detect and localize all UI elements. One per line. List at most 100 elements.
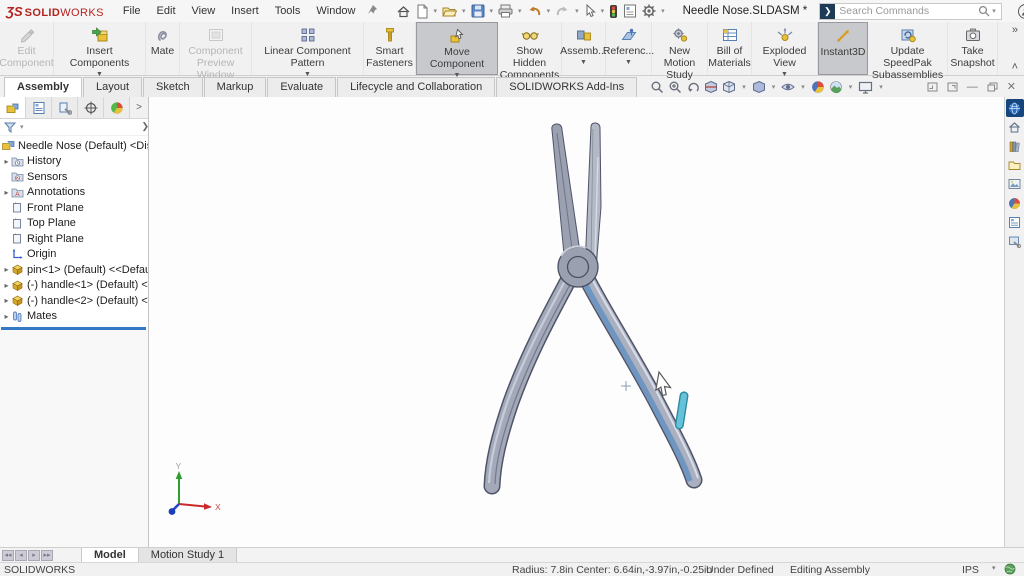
tab-assembly[interactable]: Assembly bbox=[4, 77, 82, 97]
statusbar-units[interactable]: IPS bbox=[962, 564, 979, 576]
mate-button[interactable]: Mate bbox=[146, 22, 180, 75]
options-gear-icon[interactable] bbox=[640, 3, 658, 19]
reference-geometry-button[interactable]: Referenc... ▼ bbox=[606, 22, 652, 75]
tab-scroll-first-icon[interactable]: ◂◂ bbox=[2, 550, 14, 561]
statusbar-units-caret-icon[interactable]: ▾ bbox=[992, 564, 996, 572]
display-style-icon[interactable] bbox=[752, 80, 766, 94]
assembly-features-caret-icon[interactable]: ▼ bbox=[580, 59, 587, 66]
tab-lifecycle-and-collaboration[interactable]: Lifecycle and Collaboration bbox=[337, 77, 495, 97]
new-document-caret-icon[interactable]: ▾ bbox=[432, 7, 440, 15]
save-caret-icon[interactable]: ▾ bbox=[488, 7, 496, 15]
bill-of-materials-button[interactable]: Bill of Materials bbox=[708, 22, 752, 75]
doc-minimize-all-icon[interactable] bbox=[927, 82, 938, 92]
tree-item-front-plane[interactable]: Front Plane bbox=[0, 200, 148, 216]
tab-scroll-last-icon[interactable]: ▸▸ bbox=[41, 550, 53, 561]
tab-propertymanager[interactable] bbox=[26, 97, 52, 118]
zoom-to-area-icon[interactable] bbox=[668, 80, 682, 94]
rebuild-icon[interactable] bbox=[607, 3, 620, 20]
display-style-caret-icon[interactable]: ▾ bbox=[770, 83, 778, 91]
tab-layout[interactable]: Layout bbox=[83, 77, 142, 97]
tab-featuremanager-tree[interactable] bbox=[0, 97, 26, 118]
filter-funnel-icon[interactable] bbox=[4, 122, 16, 133]
search-icon[interactable] bbox=[978, 5, 990, 17]
account-icon[interactable] bbox=[1018, 4, 1024, 19]
appearances-scenes-button[interactable] bbox=[1006, 194, 1024, 212]
pack-and-go-button[interactable] bbox=[1006, 232, 1024, 250]
edit-component-button[interactable]: Edit Component bbox=[0, 22, 54, 75]
undo-caret-icon[interactable]: ▾ bbox=[545, 7, 553, 15]
tab-model[interactable]: Model bbox=[81, 548, 139, 562]
menu-tools[interactable]: Tools bbox=[268, 3, 308, 19]
home-icon[interactable] bbox=[394, 3, 413, 20]
undo-icon[interactable] bbox=[525, 4, 544, 19]
tree-item-annotations[interactable]: ▸ A Annotations bbox=[0, 185, 148, 201]
panel-tabs-overflow-icon[interactable]: > bbox=[130, 97, 148, 118]
tree-item-right-plane[interactable]: Right Plane bbox=[0, 231, 148, 247]
ribbon-overflow-icon[interactable]: » bbox=[1012, 24, 1018, 36]
solidworks-resources-button[interactable] bbox=[1006, 118, 1024, 136]
statusbar-help-globe-icon[interactable] bbox=[1004, 563, 1016, 576]
options-caret-icon[interactable]: ▾ bbox=[659, 7, 667, 15]
component-preview-window-button[interactable]: Component Preview Window bbox=[180, 22, 252, 75]
save-icon[interactable] bbox=[469, 3, 487, 19]
search-caret-icon[interactable]: ▾ bbox=[990, 7, 998, 15]
search-commands-box[interactable]: ❯ ▾ bbox=[819, 3, 1002, 20]
menu-view[interactable]: View bbox=[185, 3, 223, 19]
expand-arrow-icon[interactable]: ▸ bbox=[2, 281, 11, 290]
print-icon[interactable] bbox=[496, 3, 515, 19]
menu-window[interactable]: Window bbox=[309, 3, 362, 19]
selection-tool-icon[interactable] bbox=[582, 3, 598, 19]
menu-insert[interactable]: Insert bbox=[224, 3, 266, 19]
doc-minimize-icon[interactable]: — bbox=[967, 81, 978, 93]
tree-item-sensors[interactable]: Sensors bbox=[0, 169, 148, 185]
new-motion-study-button[interactable]: New Motion Study bbox=[652, 22, 708, 75]
linear-component-pattern-button[interactable]: Linear Component Pattern ▼ bbox=[252, 22, 364, 75]
expand-arrow-icon[interactable]: ▸ bbox=[2, 296, 11, 305]
previous-view-icon[interactable] bbox=[686, 81, 700, 94]
tab-dimxpertmanager[interactable] bbox=[78, 97, 104, 118]
redo-icon[interactable] bbox=[553, 4, 572, 19]
view-orientation-caret-icon[interactable]: ▾ bbox=[740, 83, 748, 91]
pliers-model[interactable]: Y X bbox=[149, 97, 1003, 547]
tree-item-top-plane[interactable]: Top Plane bbox=[0, 216, 148, 232]
tab-solidworks-add-ins[interactable]: SOLIDWORKS Add-Ins bbox=[496, 77, 637, 97]
tree-item-handle-1[interactable]: ▸ (-) handle<1> (Default) << bbox=[0, 278, 148, 294]
apply-scene-icon[interactable] bbox=[829, 80, 843, 94]
doc-restore-icon[interactable] bbox=[987, 82, 998, 92]
pin-menu-icon[interactable] bbox=[367, 4, 378, 18]
tree-item-mates[interactable]: ▸ Mates bbox=[0, 309, 148, 325]
insert-components-button[interactable]: Insert Components ▼ bbox=[54, 22, 146, 75]
smart-fasteners-button[interactable]: Smart Fasteners bbox=[364, 22, 416, 75]
tab-motion-study-1[interactable]: Motion Study 1 bbox=[139, 548, 237, 562]
tab-sketch[interactable]: Sketch bbox=[143, 77, 203, 97]
ribbon-collapse-icon[interactable]: ˄ bbox=[1012, 61, 1018, 73]
tab-scroll-prev-icon[interactable]: ◂ bbox=[15, 550, 27, 561]
expand-arrow-icon[interactable]: ▸ bbox=[2, 188, 11, 197]
highlighted-edge[interactable] bbox=[675, 392, 688, 430]
tree-item-pin-1[interactable]: ▸ pin<1> (Default) <<Defaul bbox=[0, 262, 148, 278]
hide-show-items-caret-icon[interactable]: ▾ bbox=[799, 83, 807, 91]
section-view-icon[interactable] bbox=[704, 80, 718, 94]
reference-geometry-caret-icon[interactable]: ▼ bbox=[625, 59, 632, 66]
zoom-to-fit-icon[interactable] bbox=[650, 80, 664, 94]
new-document-icon[interactable] bbox=[414, 3, 431, 20]
view-orientation-icon[interactable] bbox=[722, 80, 736, 94]
move-component-button[interactable]: Move Component ▼ bbox=[416, 22, 498, 75]
file-explorer-button[interactable] bbox=[1006, 156, 1024, 174]
panel-flyout-chevron-icon[interactable]: ❯ bbox=[141, 121, 149, 132]
custom-properties-button[interactable] bbox=[1006, 213, 1024, 231]
view-palette-button[interactable] bbox=[1006, 175, 1024, 193]
tree-item-history[interactable]: ▸ History bbox=[0, 154, 148, 170]
file-properties-icon[interactable] bbox=[621, 3, 639, 19]
open-caret-icon[interactable]: ▾ bbox=[460, 7, 468, 15]
expand-arrow-icon[interactable]: ▸ bbox=[2, 312, 11, 321]
expand-arrow-icon[interactable]: ▸ bbox=[2, 265, 11, 274]
menu-file[interactable]: File bbox=[116, 3, 148, 19]
exploded-view-caret-icon[interactable]: ▼ bbox=[781, 71, 788, 78]
doc-close-icon[interactable]: ✕ bbox=[1007, 80, 1016, 93]
design-library-button[interactable] bbox=[1006, 137, 1024, 155]
tree-item-root[interactable]: Needle Nose (Default) <Displa bbox=[0, 138, 148, 154]
exploded-view-button[interactable]: Exploded View ▼ bbox=[752, 22, 818, 75]
assembly-features-button[interactable]: Assemb... ▼ bbox=[562, 22, 606, 75]
update-speedpak-button[interactable]: Update SpeedPak Subassemblies bbox=[868, 22, 948, 75]
